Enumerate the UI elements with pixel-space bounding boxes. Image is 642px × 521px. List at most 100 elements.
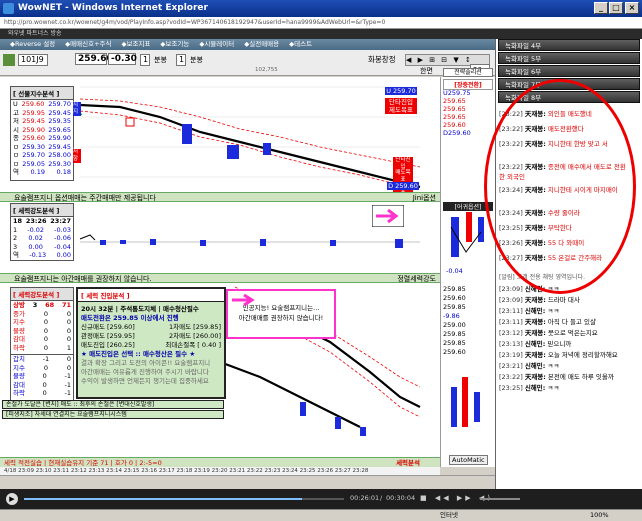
chat-name: 天재봉: [524, 125, 546, 133]
zoom-label[interactable]: 100% [590, 510, 609, 521]
horizontal-scrollbar[interactable] [0, 475, 495, 487]
entry-line: 매도전환은 259.85 이상에서 진행 [78, 314, 224, 323]
entry-analysis-title: [ 세력 진입분석 ] [78, 289, 224, 302]
resistance-label: 저항 [73, 149, 81, 163]
recording-button-6[interactable]: 녹화파일 6부 [498, 65, 640, 77]
entry-line-right: 최대손절폭 [ 0.40 ] [165, 341, 221, 349]
chat-time: [23:21] [499, 362, 523, 370]
magenta-arrow-icon [372, 205, 404, 227]
tab-1[interactable]: ◆매매신호+주식 [65, 40, 111, 48]
futures-row: ㅁ 259.30 259.45 [11, 143, 73, 152]
scalp-marker: 단타진입매도목표매도목표 [393, 157, 413, 196]
night-notice-text: 요술램프지니 옵션매매는 주간매매만 제공됩니다 [14, 194, 156, 202]
chat-message: [23:13] 신해민: 믿으니까 [499, 339, 627, 349]
futures-row: 저 259.45 259.35 [11, 117, 73, 126]
grid-icon[interactable] [3, 54, 15, 66]
bottom-strip-text: 세력 적전실습 | 현재실습유지 기준 71 | 호가 0 | 2:-5=0 [4, 459, 162, 467]
futures-row: 고 259.95 259.45 [11, 109, 73, 118]
scalp-entry: 단타진입 [385, 98, 417, 106]
chat-name: 天재봉: [524, 373, 546, 381]
volume-slider[interactable] [480, 498, 520, 500]
chat-time: [23:09] [499, 285, 523, 293]
force-row: 감대 0 -1 [11, 381, 73, 390]
chat-text: 드라마 대사 [547, 296, 580, 304]
force-cell: 0 [43, 363, 48, 372]
force-row: 감대 0 0 [11, 335, 73, 344]
force-cell: 감대 [13, 380, 25, 389]
view-label[interactable]: 화봉창정 [368, 54, 396, 65]
force-head-c: 71 [61, 301, 71, 309]
interval-unit-1: 분봉 [154, 56, 167, 64]
chat-text: 아직 다 들고 있샬 [547, 318, 596, 326]
mini-value: 259.65 [443, 97, 466, 105]
maximize-button[interactable]: □ [609, 2, 623, 14]
tab-0[interactable]: ◆Reverse 설정 [10, 40, 55, 48]
force-cell: 0 [42, 389, 47, 397]
strength-cell: 1 [13, 225, 18, 234]
mini-value: 259.60 [443, 121, 466, 129]
minimize-button[interactable]: _ [594, 2, 608, 14]
interval-field-2[interactable]: 1 [176, 54, 186, 66]
force-head-a: 3 [32, 301, 38, 309]
mini-value: 259.65 [443, 105, 466, 113]
chat-time: [23:22] [499, 373, 523, 381]
strength-row: 3 0.00 -0.04 [11, 243, 73, 252]
futures-cell: 259.60 [21, 100, 45, 108]
force-cell: 감대 [13, 335, 25, 343]
recording-button-8[interactable]: 녹화파일 8부 [498, 91, 640, 103]
code-field[interactable]: 101J9 [18, 54, 48, 66]
chat-text: 믿으니까 [547, 340, 572, 348]
night-caution-text: 요술램프지니는 아간매매를 권장하지 않습니다. [14, 275, 152, 283]
interval-field-1[interactable]: 1 [140, 54, 150, 66]
ie-logo-icon [3, 3, 14, 14]
recording-button-5[interactable]: 녹화파일 5부 [498, 52, 640, 64]
tab-2[interactable]: ◆보조지표 [121, 40, 150, 48]
futures-cell: 259.95 [22, 108, 45, 117]
futures-row: 종 259.60 259.90 [11, 134, 73, 143]
strength-head-c: 23:27 [50, 217, 71, 225]
strength-cell: 0.02 [28, 234, 43, 242]
force-head-b: 68 [45, 301, 55, 309]
chat-time: [23:22] [499, 163, 523, 171]
play-icon[interactable]: ▶ [6, 493, 18, 505]
force-analysis-box: [ 세력강도분석 ] 상방 3 68 71 중가 0 0 지수 0 0 물량 0 0 감대 0 0 하락 0 1 … [10, 287, 74, 407]
entry-analysis-lines: 매도전환은 259.85 이상에서 진행 신규매도 [259.60] 1차매도 [2… [78, 314, 224, 386]
tab-5[interactable]: ◆실전매매용 [244, 40, 279, 48]
recording-button-4[interactable]: 녹화파일 4부 [498, 39, 640, 51]
strength-cell: -0.06 [54, 234, 71, 242]
lower-price: D 259.60 [387, 182, 419, 190]
chat-message: [23:21] 신해민: ㅋㅋ [499, 361, 627, 371]
chat-message: [23:12] 天재봉: 뭇으로 먹은는지요 [499, 328, 627, 338]
tab-3[interactable]: ◆보조기능 [160, 40, 189, 48]
sidebar: 녹화파일 4부 녹화파일 5부 녹화파일 6부 녹화파일 7부 녹화파일 8부 [23:… [495, 39, 642, 509]
automatic-button[interactable]: AutoMatic [449, 455, 488, 465]
futures-cell: U [13, 100, 18, 108]
recording-button-7[interactable]: 녹화파일 7부 [498, 78, 640, 90]
overlay-note-line2: 아간매매를 권장하지 않습니다! [238, 314, 324, 322]
futures-row: 역 0.19 0.18 [11, 168, 73, 177]
seek-bar[interactable] [24, 498, 344, 500]
total-time: 00:30:04 [386, 494, 416, 502]
chat-text: 55 온걸로 간주해라 [547, 254, 603, 262]
futures-row: 시 259.90 259.65 [11, 126, 73, 135]
price-markers: U 259.70 단타진입 제도목표 [385, 87, 417, 114]
force-cell: 0 [66, 363, 71, 372]
mini-force-chart [451, 377, 480, 427]
force-row: 하락 0 1 [11, 344, 73, 353]
force-cell: 0 [42, 380, 47, 389]
futures-cell: 259.45 [22, 117, 45, 125]
option-value: -0.04 [446, 267, 463, 275]
force-cell: 0 [43, 343, 48, 352]
strategy-solution-button[interactable]: 전략솔리션 [443, 68, 493, 77]
close-button[interactable]: × [625, 2, 639, 14]
force-rows-2: 갑치 -1 0 지수 0 0 물량 0 -1 감대 0 -1 하락 0 -1 [11, 354, 73, 398]
chat-message: [23:22] 天재봉: 종전에 매수에서 매도로 전환한 외국인 [499, 162, 627, 182]
futures-cell: 종 [13, 134, 19, 142]
tab-4[interactable]: ◆시뮬레이터 [199, 40, 234, 48]
address-bar[interactable]: http://pro.wownet.co.kr/wownet/g4m/vod/P… [0, 17, 642, 29]
entry-line-left: 관정매도 [259.95] [81, 332, 135, 340]
force-cell: 하락 [13, 343, 25, 352]
strength-chart [79, 234, 420, 248]
tab-6[interactable]: ◆테스트 [289, 40, 312, 48]
entry-line: 수익이 발생하면 언제든지 챙기는데 집중하세요 [78, 377, 224, 386]
